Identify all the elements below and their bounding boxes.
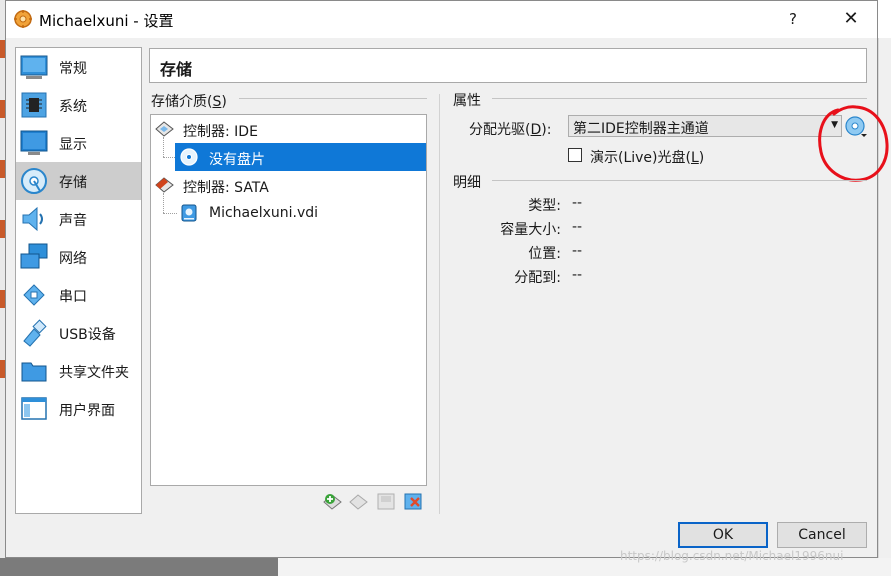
divider [492,180,867,181]
tree-item-sata-controller[interactable]: 控制器: SATA [151,171,426,199]
settings-dialog: Michaelxuni - 设置 ? ✕ 常规 系统 显示 存储 声音 网络 串… [5,0,889,558]
tree-item-vdi[interactable]: Michaelxuni.vdi [151,199,426,227]
system-icon [21,92,47,118]
hard-disk-icon [181,204,197,222]
add-attachment-icon[interactable] [375,490,397,512]
sidebar-item-label: 声音 [59,213,87,229]
detail-attached-value: -- [572,267,583,283]
splitter-handle[interactable] [439,94,440,514]
optical-drive-select[interactable]: 第二IDE控制器主通道 ▼ [568,115,842,137]
detail-type-value: -- [572,195,583,211]
title-bar: Michaelxuni - 设置 ? ✕ [6,1,877,38]
optical-disc-icon [180,148,198,166]
storage-icon [21,168,47,194]
tree-item-label: 控制器: IDE [183,124,258,140]
sidebar-item-label: 串口 [59,289,87,305]
sidebar-item-label: 常规 [59,61,87,77]
details-label: 明细 [453,175,481,191]
tree-item-empty-disc[interactable]: 没有盘片 [151,143,426,171]
ok-button[interactable]: OK [678,522,768,548]
serial-port-icon [23,284,45,306]
settings-sidebar: 常规 系统 显示 存储 声音 网络 串口 USB设备 共享文件夹 用户界面 [15,47,142,514]
optical-drive-value: 第二IDE控制器主通道 [573,121,709,137]
detail-size-key: 容量大小: [500,222,561,238]
display-icon [20,130,48,155]
user-interface-icon [21,397,47,420]
page-title-box: 存储 [149,48,867,83]
window-title: Michaelxuni - 设置 [39,12,174,30]
sidebar-item-user-interface[interactable]: 用户界面 [16,390,141,428]
general-icon [20,55,48,79]
sidebar-item-shared-folders[interactable]: 共享文件夹 [16,352,141,390]
live-cd-checkbox[interactable] [568,148,582,162]
sidebar-item-label: 共享文件夹 [59,365,129,381]
sidebar-item-general[interactable]: 常规 [16,48,141,86]
annotation-circle [818,105,889,182]
add-controller-icon[interactable] [322,490,344,512]
sidebar-item-label: 存储 [59,175,87,191]
detail-size-value: -- [572,219,583,235]
attributes-label: 属性 [453,93,481,109]
storage-tree[interactable]: 控制器: IDE 没有盘片 控制器: SATA Michaelxuni.vdi [150,114,427,486]
network-icon [20,243,48,269]
sidebar-item-usb[interactable]: USB设备 [16,314,141,352]
sidebar-item-display[interactable]: 显示 [16,124,141,162]
optical-drive-label: 分配光驱(D): [469,122,552,138]
storage-media-label: 存储介质(S) [151,94,227,110]
sata-controller-icon [155,177,174,193]
divider [492,98,867,99]
divider [239,98,427,99]
tree-item-label: Michaelxuni.vdi [209,205,319,221]
tree-item-label: 控制器: SATA [183,180,269,196]
detail-location-key: 位置: [528,246,561,262]
detail-location-value: -- [572,243,583,259]
sidebar-item-label: USB设备 [59,327,116,343]
sidebar-item-system[interactable]: 系统 [16,86,141,124]
detail-attached-key: 分配到: [514,270,561,286]
sidebar-item-label: 系统 [59,99,87,115]
sidebar-item-audio[interactable]: 声音 [16,200,141,238]
sidebar-item-storage[interactable]: 存储 [16,162,141,200]
help-button[interactable]: ? [778,5,808,33]
tree-item-label: 没有盘片 [209,152,265,168]
usb-icon [23,319,47,347]
remove-attachment-icon[interactable] [402,490,424,512]
virtualbox-app-icon [14,10,32,28]
page-title: 存储 [160,60,193,79]
audio-icon [22,206,43,232]
ide-controller-icon [155,121,174,137]
cancel-button[interactable]: Cancel [777,522,867,548]
sidebar-item-label: 网络 [59,251,87,267]
live-cd-label: 演示(Live)光盘(L) [590,150,705,166]
tree-item-ide-controller[interactable]: 控制器: IDE [151,115,426,143]
shared-folder-icon [21,362,47,382]
sidebar-item-label: 显示 [59,137,87,153]
remove-controller-icon[interactable] [348,490,370,512]
sidebar-item-network[interactable]: 网络 [16,238,141,276]
sidebar-item-serial-port[interactable]: 串口 [16,276,141,314]
watermark: https://blog.csdn.net/Michael1996nui [620,549,844,563]
detail-type-key: 类型: [528,198,561,214]
close-button[interactable]: ✕ [836,5,866,33]
sidebar-item-label: 用户界面 [59,403,115,419]
